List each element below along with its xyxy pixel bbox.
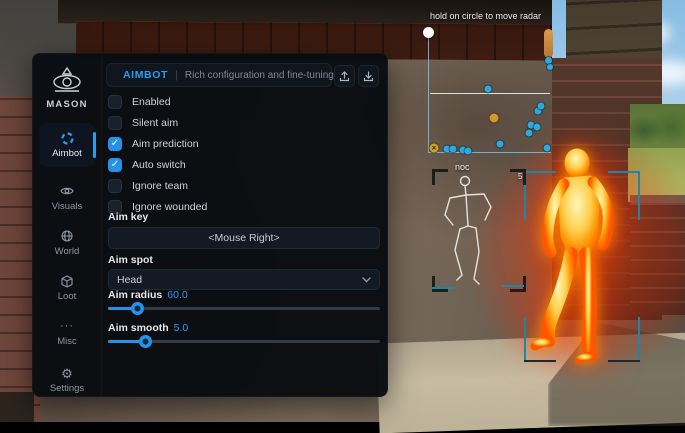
sidebar-item-label: Misc (57, 336, 77, 347)
radar-move-handle[interactable] (423, 27, 434, 38)
globe-icon (61, 229, 73, 243)
sidebar-item-label: Aimbot (52, 148, 82, 159)
aim-spot-select[interactable]: Head (108, 269, 380, 290)
toggle-ignore-team[interactable]: ✓ Ignore team (101, 175, 387, 196)
check-icon: ✓ (111, 160, 119, 170)
toggle-label: Enabled (132, 96, 171, 108)
eye-icon (60, 184, 74, 198)
glowing-player-model (519, 140, 651, 368)
checkbox[interactable]: ✓ (108, 158, 122, 172)
checkbox[interactable]: ✓ (108, 137, 122, 151)
cheat-menu-window: MASON Aimbot Visuals World Loot (32, 53, 388, 397)
aim-radius-value: 60.0 (167, 289, 187, 301)
skeleton-esp (432, 168, 527, 303)
sidebar: MASON Aimbot Visuals World Loot (33, 54, 102, 396)
esp-box-corner (638, 317, 640, 362)
radar-dot-blue (485, 86, 492, 93)
sidebar-item-label: Loot (58, 291, 77, 302)
toggle-enabled[interactable]: ✓ Enabled (101, 91, 387, 112)
import-config-button[interactable] (358, 65, 379, 87)
esp-box-corner (524, 317, 526, 362)
aim-key-label: Aim key (108, 211, 148, 223)
radar-dot-blue (465, 148, 472, 155)
chevron-down-icon (362, 277, 371, 283)
download-icon (363, 71, 374, 82)
radar-dot-blue (450, 146, 457, 153)
toggle-auto-switch[interactable]: ✓ Auto switch (101, 154, 387, 175)
radar-dot-yellow: × (430, 144, 439, 153)
checkbox[interactable]: ✓ (108, 116, 122, 130)
aim-radius-slider[interactable] (108, 307, 380, 310)
radar-dot-orange (490, 114, 499, 123)
section-header: AIMBOT | Rich configuration and fine-tun… (106, 63, 332, 87)
aim-smooth-label: Aim smooth (108, 322, 169, 334)
section-title: AIMBOT (123, 69, 168, 81)
aim-radius-label: Aim radius (108, 289, 162, 301)
section-subtitle: Rich configuration and fine-tuning (185, 70, 334, 81)
sidebar-item-world[interactable]: World (39, 221, 95, 265)
sidebar-item-label: Visuals (52, 201, 82, 212)
radar-dot-blue (526, 130, 533, 137)
checkbox[interactable]: ✓ (108, 95, 122, 109)
aim-smooth-row: Aim smooth 5.0 (108, 322, 188, 334)
brand-logo: MASON (33, 66, 101, 110)
background-bottom-left (0, 392, 34, 422)
aim-spot-value: Head (117, 274, 142, 286)
gear-icon: ⚙ (61, 366, 73, 380)
radar-hint-text: hold on circle to move radar (430, 11, 620, 21)
upload-icon (339, 71, 350, 82)
toggle-silent-aim[interactable]: ✓ Silent aim (101, 112, 387, 133)
check-icon: ✓ (111, 139, 119, 149)
checkbox[interactable]: ✓ (108, 179, 122, 193)
esp-box-corner (638, 171, 640, 220)
slider-fill (108, 307, 138, 310)
sidebar-item-label: World (55, 246, 80, 257)
aimbot-page: AIMBOT | Rich configuration and fine-tun… (101, 54, 387, 396)
aim-smooth-slider[interactable] (108, 340, 380, 343)
toggle-label: Ignore team (132, 180, 188, 192)
esp-box-corner (608, 360, 640, 362)
sidebar-item-misc[interactable]: ··· Misc (39, 311, 95, 355)
aim-smooth-value: 5.0 (174, 322, 189, 334)
slider-fill (108, 340, 146, 343)
toggle-label: Auto switch (132, 159, 186, 171)
sidebar-item-aimbot[interactable]: Aimbot (39, 123, 95, 167)
radar-dot-blue (544, 145, 551, 152)
header-divider: | (175, 69, 178, 81)
aimbot-crosshair-icon (61, 131, 74, 145)
esp-box-corner (524, 360, 556, 362)
sidebar-item-label: Settings (50, 383, 84, 394)
export-config-button[interactable] (334, 65, 355, 87)
ellipsis-icon: ··· (60, 319, 74, 333)
aim-key-value: <Mouse Right> (208, 232, 279, 244)
aim-radius-row: Aim radius 60.0 (108, 289, 188, 301)
radar-dot-blue (538, 103, 545, 110)
toggle-label: Silent aim (132, 117, 178, 129)
radar-horizon-line (430, 93, 550, 94)
esp-box-corner (524, 171, 556, 173)
aim-spot-label: Aim spot (108, 254, 153, 266)
toggle-list: ✓ Enabled ✓ Silent aim ✓ Aim prediction … (101, 91, 387, 217)
cube-icon (61, 274, 73, 288)
toggle-label: Aim prediction (132, 138, 199, 150)
radar-dot-blue (534, 124, 541, 131)
sidebar-item-visuals[interactable]: Visuals (39, 176, 95, 220)
aim-key-bind-button[interactable]: <Mouse Right> (108, 227, 380, 249)
radar[interactable]: × (428, 33, 551, 153)
radar-dot-blue (497, 141, 504, 148)
sidebar-item-settings[interactable]: ⚙ Settings (39, 358, 95, 402)
brand-name: MASON (33, 99, 101, 110)
slider-thumb[interactable] (131, 302, 144, 315)
mason-eye-icon (47, 66, 87, 96)
sidebar-item-loot[interactable]: Loot (39, 266, 95, 310)
toggle-aim-prediction[interactable]: ✓ Aim prediction (101, 133, 387, 154)
esp-box-corner (608, 171, 640, 173)
slider-thumb[interactable] (139, 335, 152, 348)
